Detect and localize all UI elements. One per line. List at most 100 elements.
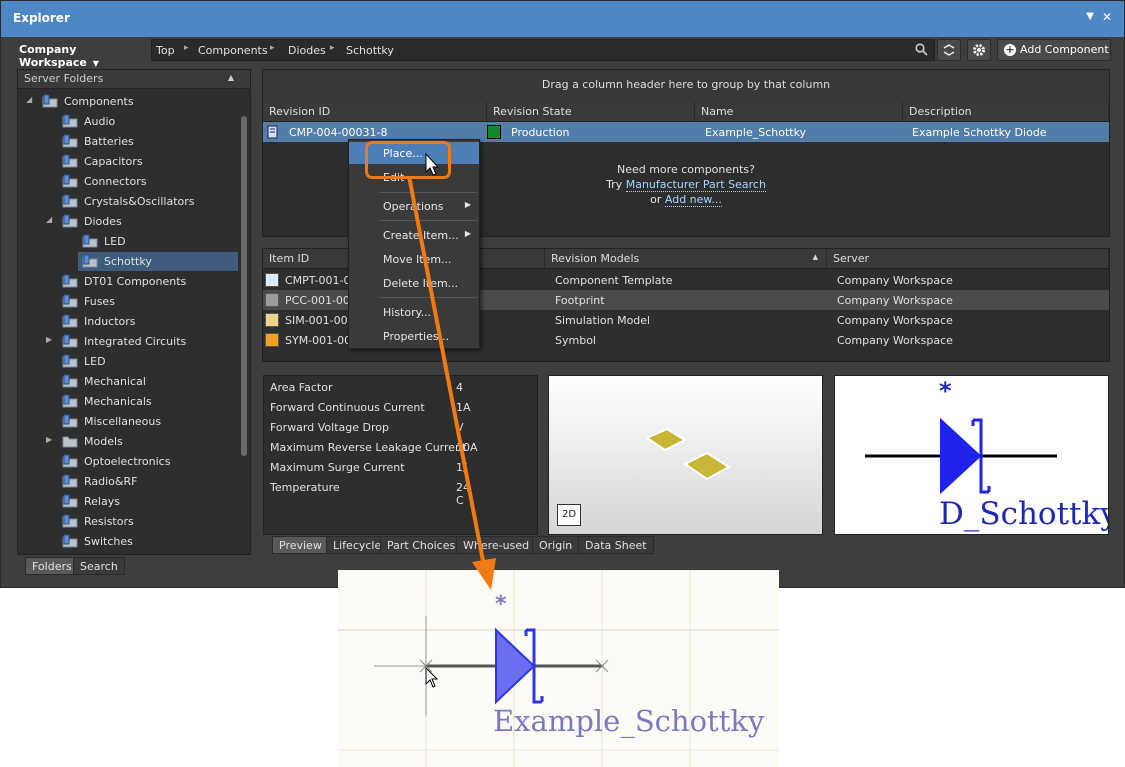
tree-item-label: Crystals&Oscillators [84, 195, 195, 208]
add-component-label: Add Component [1020, 43, 1109, 56]
placed-component-label: Example_Schottky [493, 704, 765, 738]
item-id-cell: SIM-001-000 [285, 314, 355, 327]
symbol-designator: * [939, 377, 952, 405]
tree-item[interactable]: Mechanical [18, 372, 238, 391]
tree-item-label: Components [64, 95, 134, 108]
tree-item[interactable]: Connectors [18, 172, 238, 191]
tab-part-choices[interactable]: Part Choices [380, 536, 463, 554]
tab-preview[interactable]: Preview [272, 536, 329, 554]
tab-folders[interactable]: Folders [25, 557, 79, 575]
breadcrumb-components[interactable]: Components [198, 44, 268, 57]
tab-where-used[interactable]: Where-used [456, 536, 537, 554]
tree-item[interactable]: Audio [18, 112, 238, 131]
breadcrumb-diodes[interactable]: Diodes [288, 44, 326, 57]
tree-item-label: Mechanicals [84, 395, 152, 408]
model-type-icon [265, 273, 279, 287]
tree-item[interactable]: Crystals&Oscillators [18, 192, 238, 211]
toggle-2d-button[interactable]: 2D [557, 504, 581, 526]
menu-item-delete-item[interactable]: Delete Item... [349, 272, 479, 294]
tree-item-label: Miscellaneous [84, 415, 162, 428]
tree-item[interactable]: ▶ Integrated Circuits [18, 332, 238, 351]
footprint-3d-preview[interactable]: 2D [548, 375, 823, 535]
folder-icon [62, 214, 78, 228]
tree-item[interactable]: ▶ Models [18, 432, 238, 451]
column-header-revision-models[interactable]: Revision Models ▲ [545, 249, 827, 269]
add-new-link[interactable]: Add new... [664, 193, 722, 207]
submenu-arrow-icon: ▶ [464, 229, 471, 238]
folder-icon [82, 254, 98, 268]
schematic-canvas[interactable]: * Example_Schottky [338, 570, 779, 767]
parameter-name: Temperature [270, 481, 340, 494]
tree-scrollbar[interactable] [240, 92, 248, 552]
tree-item[interactable]: Fuses [18, 292, 238, 311]
folder-icon [62, 494, 78, 508]
folder-icon [62, 454, 78, 468]
tab-lifecycle[interactable]: Lifecycle [326, 536, 389, 554]
expand-icon[interactable]: ▶ [46, 335, 52, 344]
menu-item-operations[interactable]: Operations ▶ [349, 195, 479, 217]
tree-item[interactable]: LED [18, 352, 238, 371]
collapse-icon[interactable]: ◢ [26, 95, 32, 104]
add-component-button[interactable]: + Add Component [997, 39, 1111, 61]
column-header-name[interactable]: Name [695, 102, 903, 122]
menu-separator [379, 192, 477, 193]
tree-item[interactable]: ◢ Components [18, 92, 238, 111]
tree-item[interactable]: Inductors [18, 312, 238, 331]
revision-models-label: Revision Models [551, 252, 640, 265]
item-id-cell: CMPT-001-00 [285, 274, 358, 287]
description-cell: Example Schottky Diode [912, 126, 1047, 139]
breadcrumb-schottky[interactable]: Schottky [346, 44, 394, 57]
tree-item-label: DT01 Components [84, 275, 187, 288]
tree-item-label: Audio [84, 115, 116, 128]
tree-item[interactable]: Optoelectronics [18, 452, 238, 471]
settings-button[interactable] [967, 39, 991, 61]
symbol-preview[interactable]: * D_Schottky [834, 375, 1109, 535]
parameters-panel: Area Factor 4 Forward Continuous Current 1A… [263, 375, 538, 535]
column-header-description[interactable]: Description [903, 102, 1109, 122]
expand-icon[interactable]: ▶ [46, 435, 52, 444]
breadcrumb-separator-icon: ▸ [270, 43, 275, 53]
tree-item[interactable]: Resistors [18, 512, 238, 531]
folder-icon [62, 474, 78, 488]
name-cell: Example_Schottky [705, 126, 807, 139]
tree-item[interactable]: DT01 Components [18, 272, 238, 291]
tab-data-sheet[interactable]: Data Sheet [578, 536, 654, 554]
breadcrumb-top[interactable]: Top [156, 44, 175, 57]
tree-item-label: LED [84, 355, 106, 368]
menu-item-create-item[interactable]: Create Item... ▶ [349, 224, 479, 246]
tree-item[interactable]: Radio&RF [18, 472, 238, 491]
tree-item[interactable]: Capacitors [18, 152, 238, 171]
sort-up-icon: ▲ [812, 253, 818, 261]
column-header-server[interactable]: Server [827, 249, 1109, 269]
tree-item[interactable]: Schottky [78, 252, 238, 271]
place-highlight-box [365, 141, 451, 179]
menu-item-properties[interactable]: Properties... [349, 325, 479, 347]
tree-item[interactable]: Mechanicals [18, 392, 238, 411]
server-folders-pane: Server Folders ▲ ◢ Components Audio Batteri… [17, 69, 251, 555]
manufacturer-part-search-link[interactable]: Manufacturer Part Search [625, 178, 766, 192]
scrollbar-thumb[interactable] [241, 116, 247, 456]
tab-search[interactable]: Search [73, 557, 125, 575]
tree-item[interactable]: Switches [18, 532, 238, 551]
tab-origin[interactable]: Origin [532, 536, 580, 554]
column-header-revision-id[interactable]: Revision ID [263, 102, 487, 122]
workspace-dropdown[interactable]: Company Workspace ▼ [13, 40, 149, 69]
tree-item[interactable]: ◢ Diodes [18, 212, 238, 231]
tree-item[interactable]: Miscellaneous [18, 412, 238, 431]
refresh-button[interactable] [937, 39, 961, 61]
tree-item[interactable]: LED [18, 232, 238, 251]
tree-item[interactable]: Relays [18, 492, 238, 511]
menu-item-move-item[interactable]: Move Item... [349, 248, 479, 270]
component-icon [267, 125, 278, 139]
collapse-icon[interactable]: ◢ [46, 215, 52, 224]
sort-up-icon[interactable]: ▲ [228, 73, 234, 82]
panel-menu-icon[interactable]: ▼ [1086, 11, 1094, 22]
close-icon[interactable]: ✕ [1102, 10, 1112, 24]
menu-item-history[interactable]: History... [349, 301, 479, 323]
column-header-revision-state[interactable]: Revision State [487, 102, 695, 122]
tree-item[interactable]: Batteries [18, 132, 238, 151]
screenshot-root: Explorer ▼ ✕ Company Workspace ▼ Top ▸ C… [0, 0, 1125, 767]
submenu-arrow-icon: ▶ [464, 200, 471, 209]
parameter-row: Maximum Surge Current 1/ [270, 461, 467, 481]
search-icon[interactable] [915, 43, 928, 56]
